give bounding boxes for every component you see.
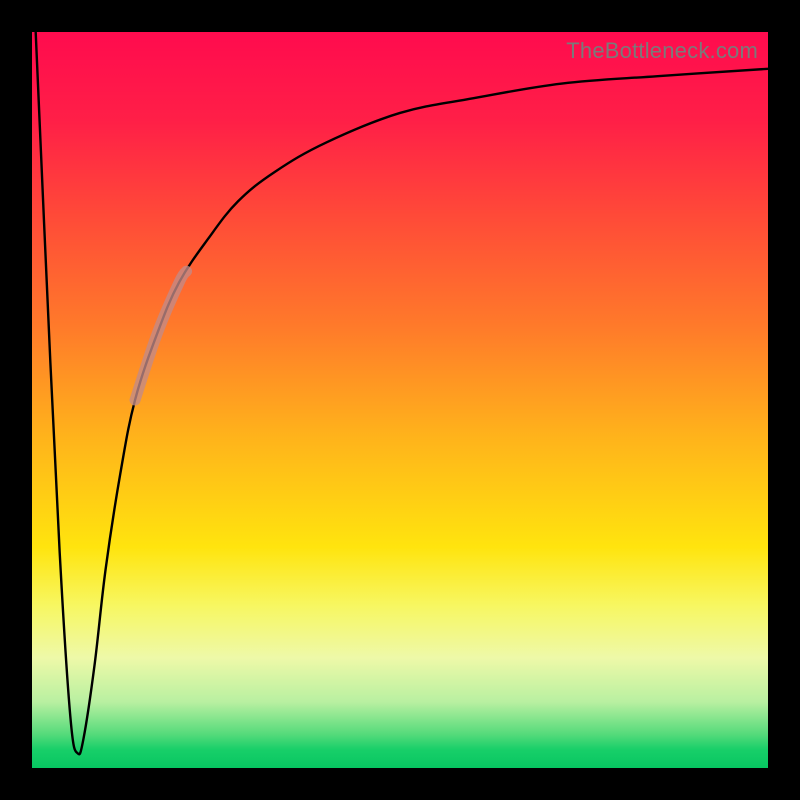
highlight-segment [135,271,187,400]
plot-area: TheBottleneck.com [32,32,768,768]
curve-layer [32,32,768,768]
watermark-text: TheBottleneck.com [566,38,758,64]
bottleneck-curve [36,32,768,754]
chart-frame: TheBottleneck.com [0,0,800,800]
